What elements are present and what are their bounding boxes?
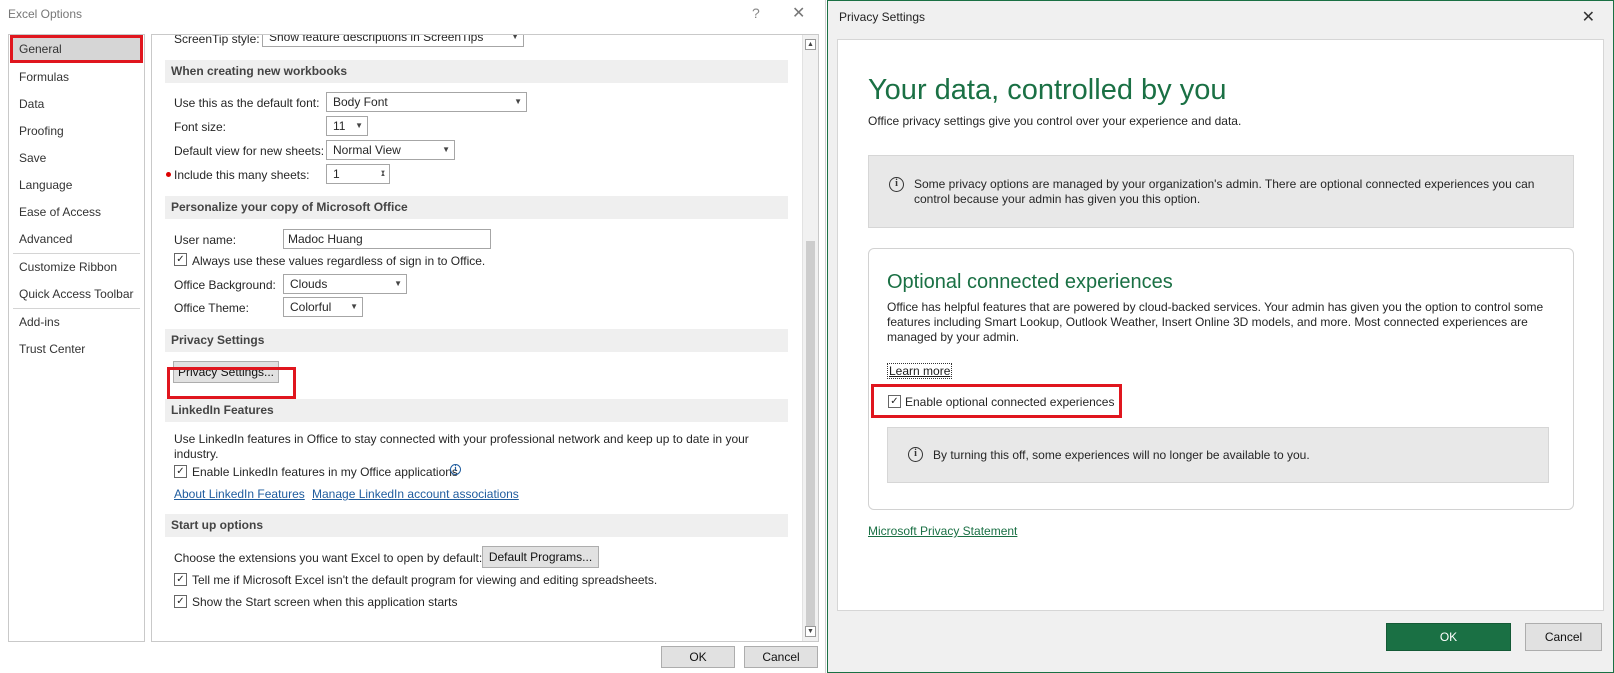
chevron-down-icon: ▼ (394, 279, 402, 288)
nav-item-advanced[interactable]: Advanced (9, 226, 144, 253)
page-subtitle: Office privacy settings give you control… (868, 114, 1242, 128)
default-programs-button[interactable]: Default Programs... (482, 546, 599, 568)
nav-item-customize-ribbon[interactable]: Customize Ribbon (9, 254, 144, 281)
card-description: Office has helpful features that are pow… (887, 300, 1544, 344)
cancel-button[interactable]: Cancel (744, 646, 818, 668)
info-icon: i (889, 177, 904, 192)
screentip-label: ScreenTip style: (174, 34, 260, 46)
privacy-settings-dialog: Privacy Settings ✕ Your data, controlled… (827, 0, 1614, 673)
section-new-workbooks: When creating new workbooks (165, 60, 788, 83)
default-view-value: Normal View (333, 143, 401, 157)
extensions-label: Choose the extensions you want Excel to … (174, 551, 483, 565)
section-privacy: Privacy Settings (165, 329, 788, 352)
background-dropdown[interactable]: Clouds ▼ (283, 274, 407, 294)
tell-me-label: Tell me if Microsoft Excel isn't the def… (192, 573, 658, 587)
nav-item-language[interactable]: Language (9, 172, 144, 199)
manage-linkedin-link[interactable]: Manage LinkedIn account associations (312, 487, 519, 501)
theme-label: Office Theme: (174, 301, 249, 315)
sheets-value: 1 (333, 167, 340, 181)
chevron-down-icon: ▼ (355, 121, 363, 130)
scroll-up-icon[interactable]: ▲ (805, 39, 816, 50)
username-label: User name: (174, 233, 237, 247)
scroll-thumb[interactable] (806, 241, 815, 631)
background-label: Office Background: (174, 278, 276, 292)
warning-text: By turning this off, some experiences wi… (933, 448, 1310, 462)
sheets-spinner[interactable]: 1 ▲ ▼ (326, 164, 390, 184)
dialog-title: Excel Options (8, 7, 83, 21)
ok-button[interactable]: OK (661, 646, 735, 668)
linkedin-enable-label: Enable LinkedIn features in my Office ap… (192, 465, 458, 479)
font-size-value: 11 (333, 119, 346, 133)
default-view-label: Default view for new sheets: (174, 144, 325, 158)
theme-dropdown[interactable]: Colorful ▼ (283, 297, 363, 317)
cancel-button[interactable]: Cancel (1525, 623, 1602, 651)
screentip-value: Show feature descriptions in ScreenTips (269, 34, 484, 44)
nav-item-quick-access-toolbar[interactable]: Quick Access Toolbar (9, 281, 144, 308)
ok-button[interactable]: OK (1386, 623, 1511, 651)
always-use-checkbox[interactable]: ✓ (174, 253, 187, 266)
privacy-statement-link[interactable]: Microsoft Privacy Statement (868, 524, 1017, 538)
admin-notice: i Some privacy options are managed by yo… (868, 155, 1574, 228)
about-linkedin-link[interactable]: About LinkedIn Features (174, 487, 305, 501)
nav-item-proofing[interactable]: Proofing (9, 118, 144, 145)
warning-notice: i By turning this off, some experiences … (887, 427, 1549, 483)
privacy-panel: Your data, controlled by you Office priv… (837, 39, 1604, 611)
always-use-label: Always use these values regardless of si… (192, 254, 486, 268)
tell-me-checkbox[interactable]: ✓ (174, 573, 187, 586)
section-personalize: Personalize your copy of Microsoft Offic… (165, 196, 788, 219)
section-linkedin: LinkedIn Features (165, 399, 788, 422)
page-title: Your data, controlled by you (868, 74, 1227, 106)
default-view-dropdown[interactable]: Normal View ▼ (326, 140, 455, 160)
nav-item-trust-center[interactable]: Trust Center (9, 336, 144, 363)
sheets-label: Include this many sheets: (174, 168, 310, 182)
options-nav: General Formulas Data Proofing Save Lang… (8, 34, 145, 642)
dialog-title: Privacy Settings (839, 10, 926, 24)
theme-value: Colorful (290, 300, 332, 314)
username-input[interactable]: Madoc Huang (283, 229, 491, 249)
default-font-dropdown[interactable]: Body Font ▼ (326, 92, 527, 112)
chevron-down-icon: ▼ (442, 145, 450, 154)
spin-down-icon[interactable]: ▼ (380, 164, 386, 182)
default-font-label: Use this as the default font: (174, 96, 320, 110)
chevron-down-icon: ▼ (350, 302, 358, 311)
nav-item-add-ins[interactable]: Add-ins (9, 309, 144, 336)
font-size-label: Font size: (174, 120, 227, 134)
font-size-dropdown[interactable]: 11 ▼ (326, 116, 368, 136)
nav-item-ease-of-access[interactable]: Ease of Access (9, 199, 144, 226)
nav-item-formulas[interactable]: Formulas (9, 64, 144, 91)
default-font-value: Body Font (333, 95, 388, 109)
excel-options-dialog: Excel Options ? ✕ General Formulas Data … (0, 0, 826, 673)
close-icon[interactable]: ✕ (1582, 7, 1595, 27)
vertical-scrollbar[interactable]: ▲ ▼ (802, 35, 818, 641)
scroll-down-icon[interactable]: ▼ (805, 626, 816, 637)
privacy-settings-button[interactable]: Privacy Settings... (173, 361, 279, 383)
chevron-down-icon: ▼ (514, 97, 522, 106)
info-icon: i (908, 447, 923, 462)
learn-more-link[interactable]: Learn more (887, 363, 953, 379)
nav-item-data[interactable]: Data (9, 91, 144, 118)
linkedin-enable-checkbox[interactable]: ✓ (174, 465, 187, 478)
admin-notice-text: Some privacy options are managed by your… (914, 177, 1535, 206)
enable-connected-label: Enable optional connected experiences (905, 395, 1115, 409)
card-title: Optional connected experiences (887, 271, 1173, 293)
chevron-down-icon: ▼ (511, 34, 519, 41)
background-value: Clouds (290, 277, 328, 291)
options-content: ScreenTip style: Show feature descriptio… (151, 34, 819, 642)
required-indicator (166, 172, 171, 177)
nav-item-save[interactable]: Save (9, 145, 144, 172)
show-start-label: Show the Start screen when this applicat… (192, 595, 458, 609)
nav-item-general[interactable]: General (11, 37, 142, 62)
close-icon[interactable]: ✕ (792, 3, 805, 23)
show-start-checkbox[interactable]: ✓ (174, 595, 187, 608)
info-icon[interactable]: i (450, 464, 461, 475)
linkedin-description: Use LinkedIn features in Office to stay … (174, 432, 749, 461)
enable-connected-checkbox[interactable]: ✓ (888, 395, 901, 408)
screentip-dropdown[interactable]: Show feature descriptions in ScreenTips … (262, 34, 524, 47)
connected-experiences-card: Optional connected experiences Office ha… (868, 248, 1574, 510)
section-startup: Start up options (165, 514, 788, 537)
help-icon[interactable]: ? (752, 5, 760, 21)
